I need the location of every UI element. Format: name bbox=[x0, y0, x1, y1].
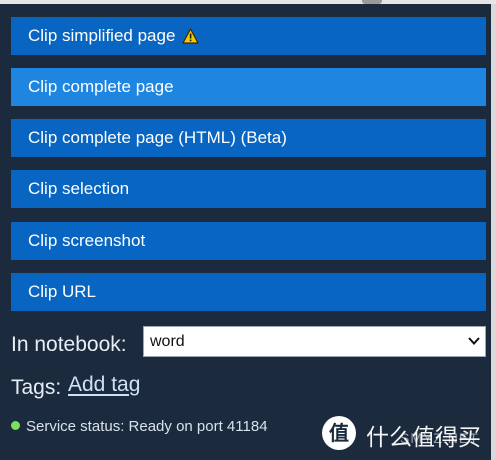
button-label: Clip URL bbox=[28, 282, 97, 301]
notebook-select[interactable]: word bbox=[143, 326, 486, 357]
button-label: Clip complete page bbox=[28, 77, 174, 96]
service-status: Service status: Ready on port 41184 bbox=[11, 418, 268, 435]
window-edge bbox=[491, 4, 496, 460]
clip-simplified-page-button[interactable]: Clip simplified page bbox=[11, 17, 486, 55]
add-tag-link[interactable]: Add tag bbox=[68, 373, 140, 397]
clip-selection-button[interactable]: Clip selection bbox=[11, 170, 486, 208]
clip-complete-page-html-button[interactable]: Clip complete page (HTML) (Beta) bbox=[11, 119, 486, 157]
status-text: Service status: Ready on port 41184 bbox=[26, 418, 268, 435]
watermark-logo: 值 bbox=[322, 416, 356, 450]
clip-complete-page-button[interactable]: Clip complete page bbox=[11, 68, 486, 106]
warning-icon bbox=[182, 28, 200, 44]
chevron-down-icon bbox=[468, 337, 480, 345]
button-label: Clip complete page (HTML) (Beta) bbox=[28, 128, 287, 147]
tags-label: Tags: bbox=[11, 376, 62, 399]
watermark-sub: SMYZ.NET bbox=[400, 430, 479, 446]
clip-screenshot-button[interactable]: Clip screenshot bbox=[11, 222, 486, 260]
notebook-label: In notebook: bbox=[11, 333, 127, 356]
button-label: Clip selection bbox=[28, 179, 130, 198]
clip-url-button[interactable]: Clip URL bbox=[11, 273, 486, 311]
status-dot-icon bbox=[11, 421, 20, 430]
notebook-selected-value: word bbox=[150, 333, 185, 350]
button-label: Clip screenshot bbox=[28, 231, 146, 250]
watermark: 值 什么值得买 SMYZ.NET bbox=[322, 414, 490, 454]
button-label: Clip simplified page bbox=[28, 26, 176, 45]
